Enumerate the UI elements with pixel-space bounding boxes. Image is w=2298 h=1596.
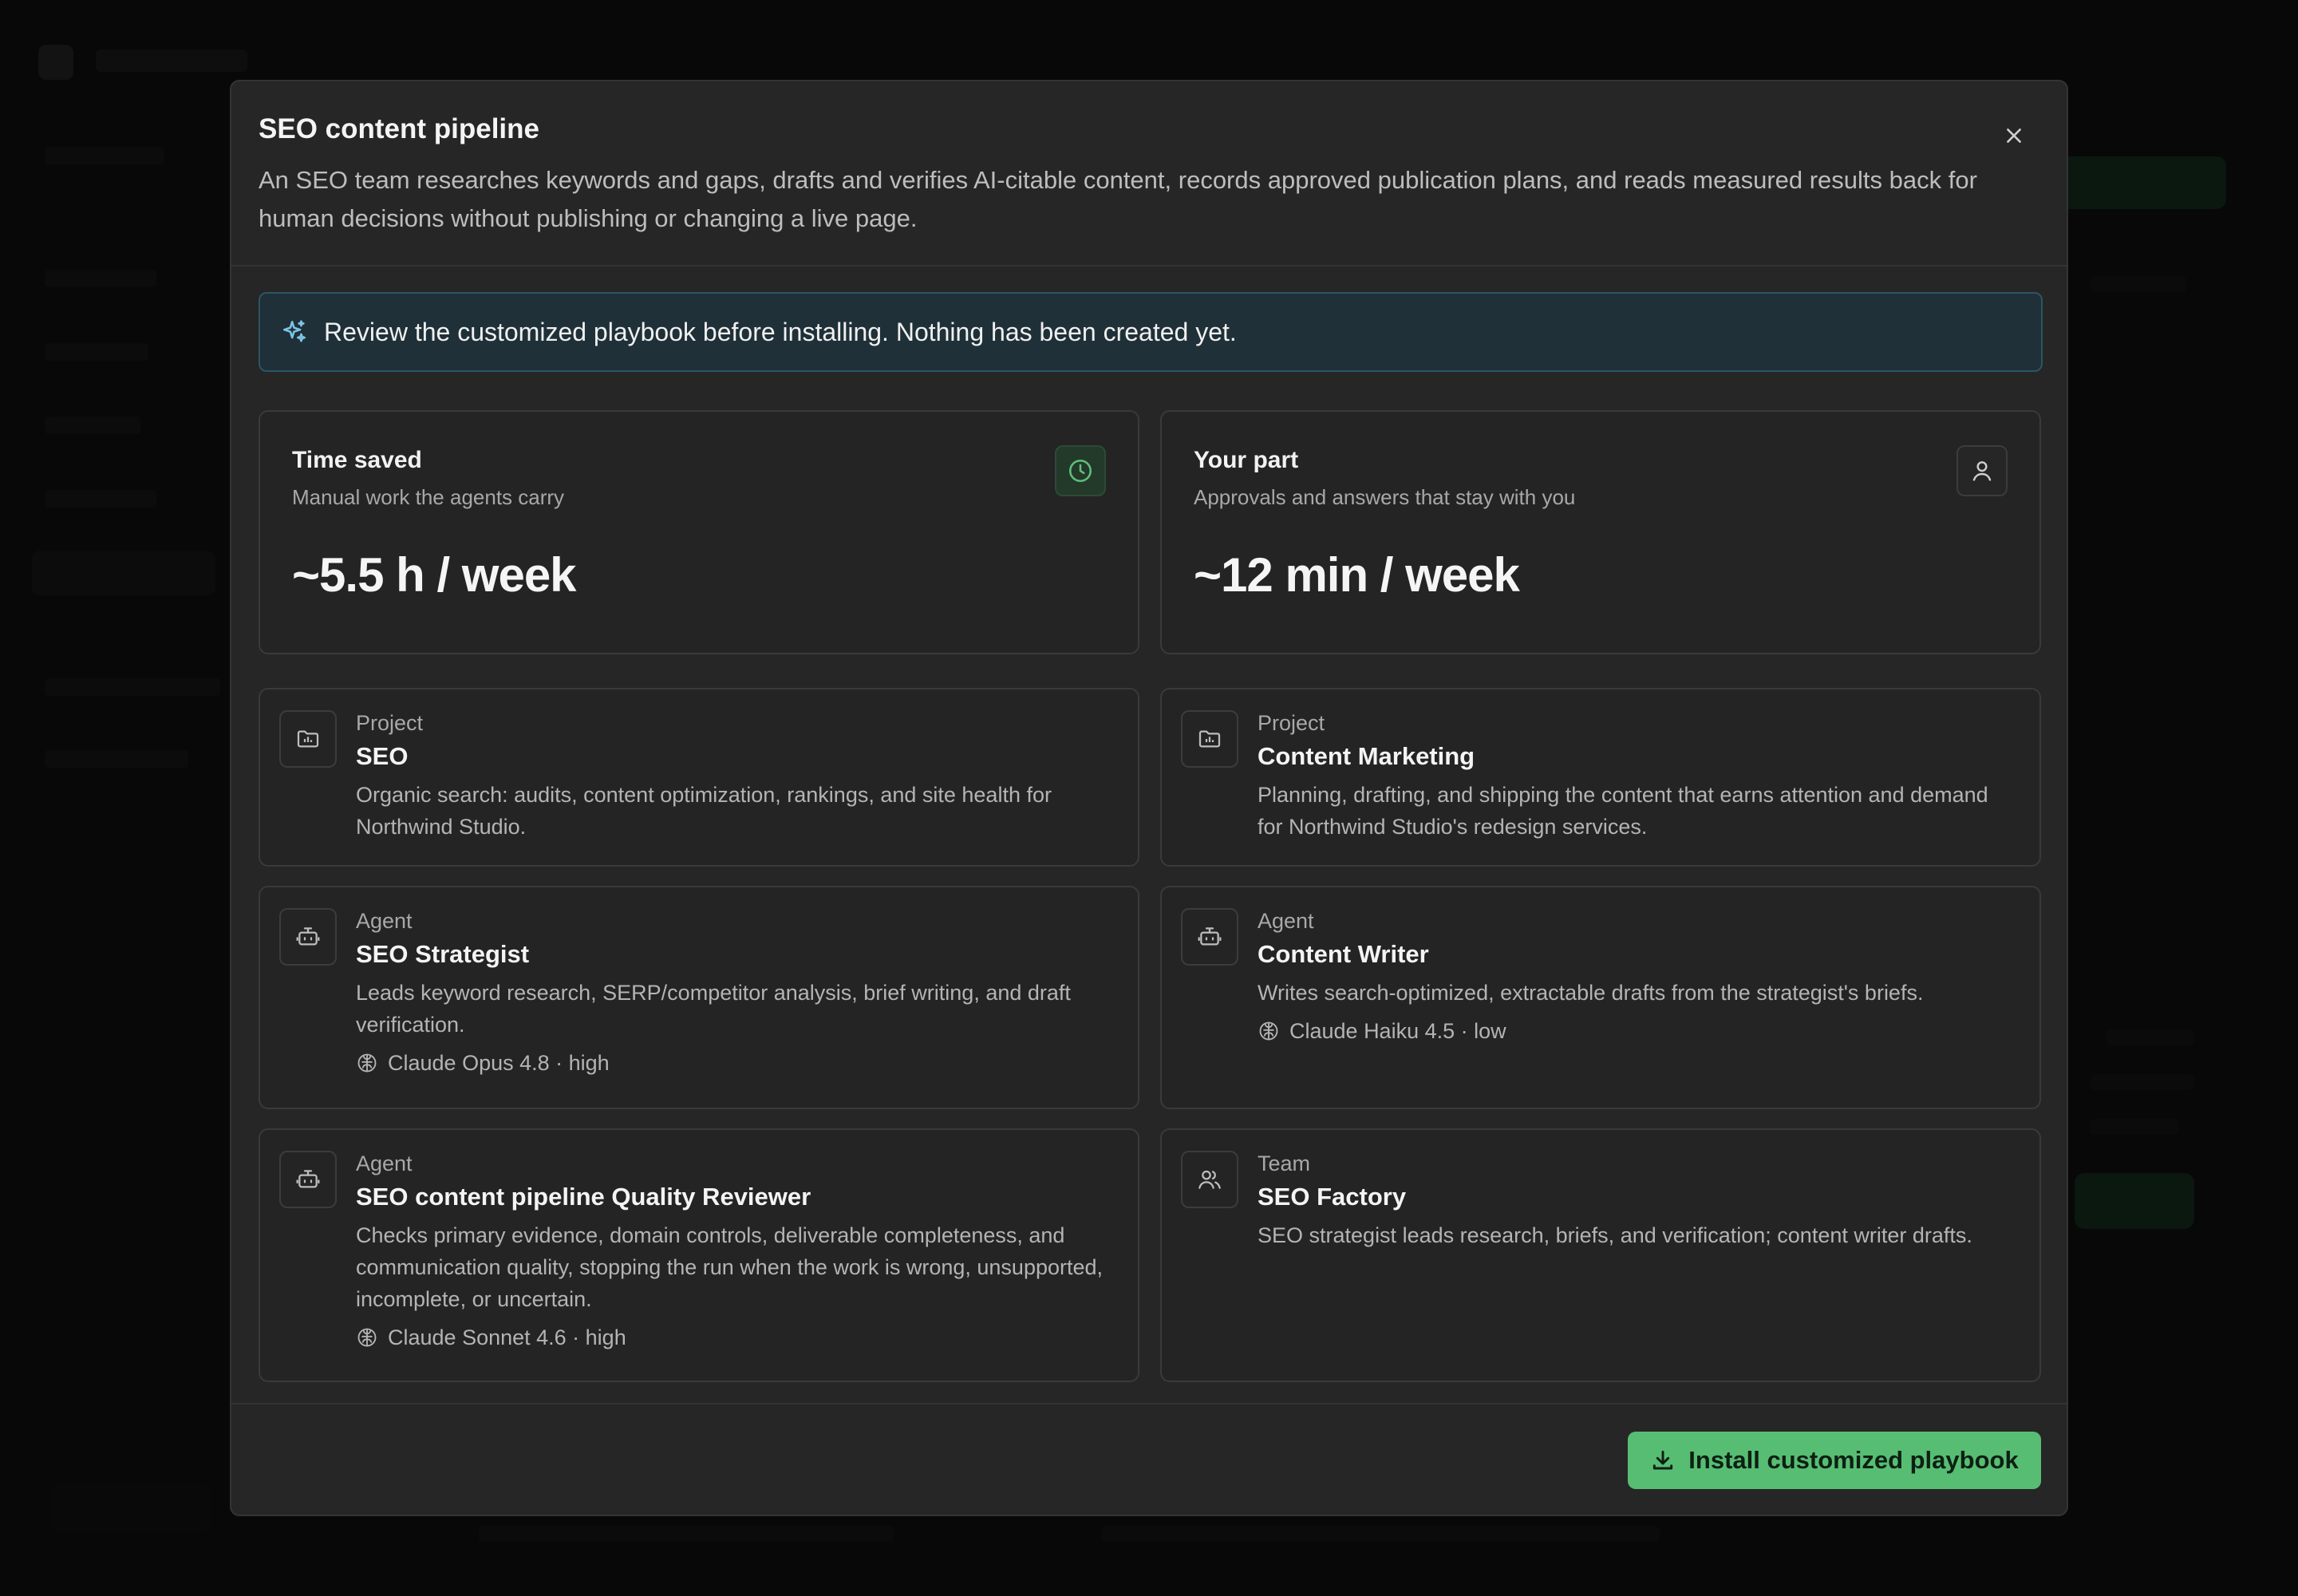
sparkles-icon [282, 320, 306, 342]
stat-icon-box [1956, 445, 2008, 496]
user-icon [1972, 461, 1992, 481]
resource-model: Claude Sonnet 4.6 · high [356, 1321, 1114, 1353]
folder-chart-icon [297, 730, 319, 748]
resource-kind: Agent [356, 1152, 413, 1175]
stat-icon-box [1055, 445, 1106, 496]
stat-subtitle: Manual work the agents carry [292, 485, 565, 509]
clock-icon [1068, 459, 1092, 483]
install-button-label: Install customized playbook [1688, 1446, 2019, 1474]
resource-name: SEO Factory [1258, 1183, 1407, 1211]
resource-name: SEO [356, 742, 409, 770]
stat-title: Time saved [292, 447, 422, 473]
resource-kind: Team [1258, 1152, 1311, 1175]
resource-kind: Project [1258, 711, 1325, 735]
folder-chart-icon [1198, 730, 1221, 748]
resource-description: Leads keyword research, SERP/competitor … [356, 981, 1071, 1037]
resource-card-project-seo: Project SEO Organic search: audits, cont… [259, 688, 1139, 867]
stat-value: ~12 min / week [1194, 548, 1520, 602]
resource-kind: Project [356, 711, 424, 735]
resource-model: Claude Opus 4.8 · high [356, 1047, 1114, 1079]
resource-icon-box [1181, 710, 1238, 768]
resource-icon-box [1181, 908, 1238, 966]
model-label: Claude Opus 4.8 · high [388, 1051, 610, 1075]
your-part-card: Your part Approvals and answers that sta… [1160, 410, 2041, 654]
time-saved-card: Time saved Manual work the agents carry … [259, 410, 1139, 654]
resource-description: SEO strategist leads research, briefs, a… [1258, 1223, 1972, 1247]
stat-value: ~5.5 h / week [292, 548, 577, 602]
close-button[interactable] [1995, 117, 2033, 155]
dialog-header: SEO content pipeline An SEO team researc… [231, 81, 2067, 267]
resource-description: Organic search: audits, content optimiza… [356, 783, 1052, 839]
resource-card-project-content-marketing: Project Content Marketing Planning, draf… [1160, 688, 2041, 867]
model-label: Claude Sonnet 4.6 · high [388, 1325, 626, 1349]
resource-name: Content Marketing [1258, 742, 1475, 770]
stat-subtitle: Approvals and answers that stay with you [1194, 485, 1576, 509]
info-banner: Review the customized playbook before in… [259, 292, 2043, 372]
robot-icon [1198, 927, 1222, 946]
resource-kind: Agent [1258, 909, 1314, 933]
robot-icon [296, 1170, 320, 1188]
dialog-footer: Install customized playbook [231, 1403, 2067, 1515]
resource-card-agent-quality-reviewer: Agent SEO content pipeline Quality Revie… [259, 1128, 1139, 1382]
banner-text: Review the customized playbook before in… [324, 317, 1237, 346]
close-icon [2007, 128, 2021, 143]
resource-name: Content Writer [1258, 940, 1429, 968]
resource-description: Planning, drafting, and shipping the con… [1258, 783, 1988, 839]
model-label: Claude Haiku 4.5 · low [1289, 1019, 1506, 1043]
stat-title: Your part [1194, 447, 1299, 473]
users-icon [1198, 1170, 1221, 1189]
dialog-title: SEO content pipeline [259, 113, 539, 144]
playbook-install-dialog: SEO content pipeline An SEO team researc… [230, 80, 2068, 1516]
install-playbook-button[interactable]: Install customized playbook [1628, 1432, 2041, 1489]
resource-icon-box [279, 1151, 337, 1208]
resource-kind: Agent [356, 909, 413, 933]
resource-icon-box [1181, 1151, 1238, 1208]
brain-icon [357, 1053, 377, 1073]
resource-name: SEO Strategist [356, 940, 530, 968]
download-icon [1653, 1450, 1673, 1470]
resource-description: Checks primary evidence, domain controls… [356, 1223, 1104, 1311]
dialog-description: An SEO team researches keywords and gaps… [259, 166, 1977, 232]
resource-icon-box [279, 908, 337, 966]
resource-card-agent-content-writer: Agent Content Writer Writes search-optim… [1160, 886, 2041, 1109]
brain-icon [1259, 1021, 1278, 1041]
robot-icon [296, 927, 320, 946]
resource-name: SEO content pipeline Quality Reviewer [356, 1183, 811, 1211]
resource-model: Claude Haiku 4.5 · low [1258, 1015, 2016, 1047]
resource-card-team-seo-factory: Team SEO Factory SEO strategist leads re… [1160, 1128, 2041, 1382]
resource-icon-box [279, 710, 337, 768]
resource-card-agent-seo-strategist: Agent SEO Strategist Leads keyword resea… [259, 886, 1139, 1109]
brain-icon [357, 1328, 377, 1347]
resource-description: Writes search-optimized, extractable dra… [1258, 981, 1924, 1005]
